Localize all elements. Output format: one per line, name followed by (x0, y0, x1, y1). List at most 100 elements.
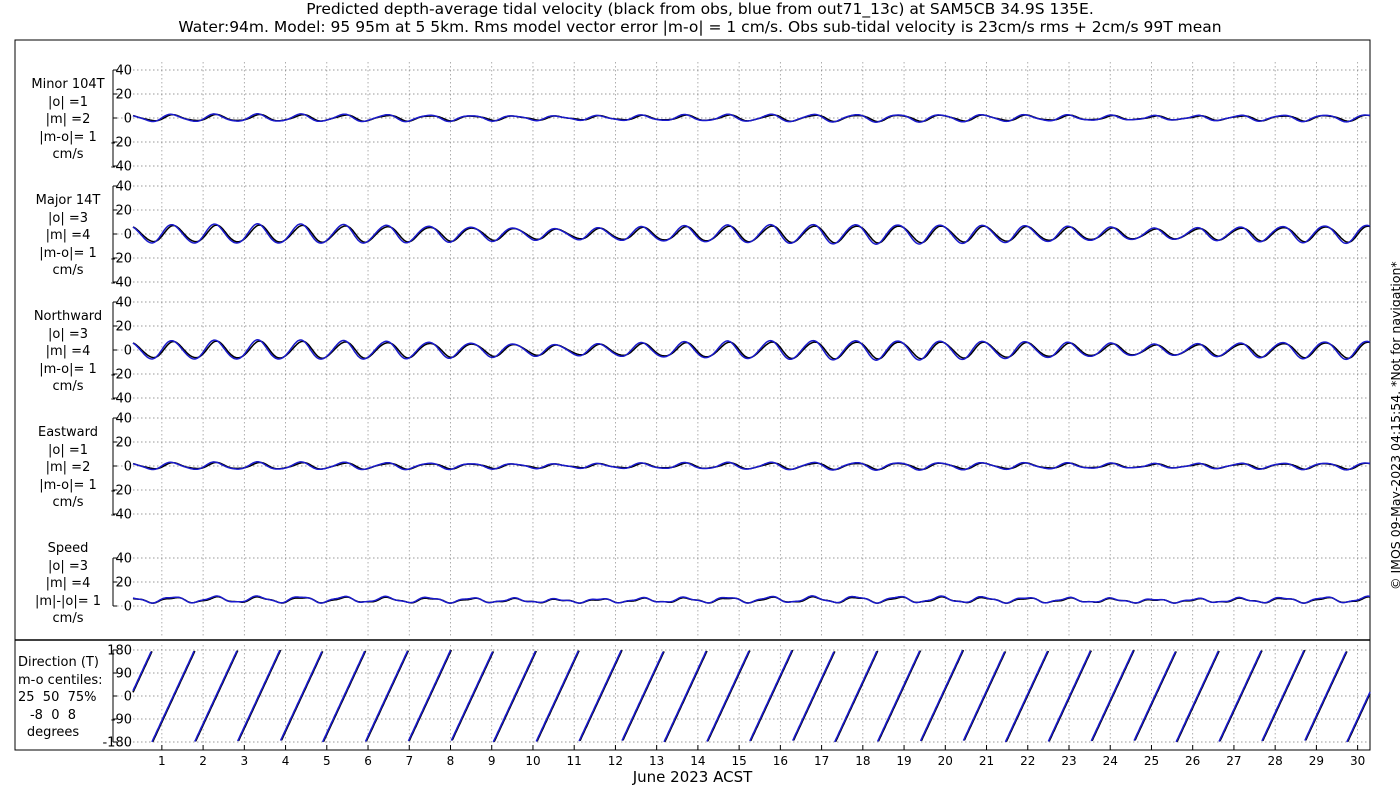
direction-series-line (407, 650, 452, 742)
panel-label-line: |m-o|= 1 (39, 129, 97, 145)
panel-label-line: |o| =1 (47, 442, 88, 458)
x-tick-label: 18 (855, 754, 870, 768)
panel-label-line: cm/s (52, 379, 84, 394)
y-tick-label: -20 (111, 252, 132, 267)
panel-label-line: |o| =3 (47, 210, 88, 226)
x-tick-label: 19 (896, 754, 911, 768)
panel-label-line: cm/s (52, 147, 84, 162)
x-tick-label: 11 (567, 754, 582, 768)
y-tick-label: -40 (111, 276, 132, 291)
series-line (132, 595, 1371, 604)
y-tick-label: 20 (115, 576, 132, 591)
panel-label-line: |m|-|o|= 1 (34, 593, 102, 609)
x-axis-label: June 2023 ACST (632, 768, 753, 786)
direction-series-line (663, 650, 707, 743)
y-tick-label: 40 (115, 412, 132, 427)
direction-series-line (492, 650, 537, 743)
x-tick-label: 12 (608, 754, 623, 768)
x-tick-label: 9 (488, 754, 496, 768)
panel-label-line: |o| =3 (47, 326, 88, 342)
x-tick-label: 29 (1309, 754, 1324, 768)
direction-series-line (1346, 691, 1371, 743)
panel-label-line: Minor 104T (31, 77, 105, 92)
panel-label-line: Eastward (37, 425, 99, 440)
y-tick-label: -40 (111, 392, 132, 407)
panel-label-line: |m| =4 (45, 228, 91, 243)
x-tick-label: 1 (158, 754, 166, 768)
x-tick-label: 24 (1103, 754, 1118, 768)
x-tick-label: 26 (1185, 754, 1200, 768)
panel-label-line: |o| =3 (47, 558, 88, 574)
y-tick-label: -40 (111, 508, 132, 523)
panel-label-line: 25 50 75% (18, 690, 97, 705)
x-tick-label: 10 (525, 754, 540, 768)
lower-frame (14, 639, 1371, 751)
y-tick-label: 20 (115, 320, 132, 335)
panel-label-line: m-o centiles: (18, 672, 103, 688)
x-tick-label: 4 (282, 754, 290, 768)
series-line (132, 461, 1371, 471)
direction-series-line (791, 651, 835, 741)
panel-label-line: |o| =1 (47, 94, 88, 110)
direction-series-line (1304, 651, 1347, 741)
y-tick-label: 180 (107, 644, 132, 659)
y-tick-label: 40 (115, 64, 132, 79)
panel-label: Eastward |o| =1 |m| =2 |m-o|= 1 cm/s (28, 424, 108, 512)
y-tick-label: 0 (124, 228, 132, 243)
x-tick-label: 5 (323, 754, 331, 768)
series-line (132, 224, 1371, 244)
series-line (132, 113, 1371, 123)
y-tick-label: 0 (124, 690, 132, 705)
y-tick-label: 0 (124, 112, 132, 127)
direction-series-line (321, 650, 366, 743)
x-tick-label: 14 (690, 754, 705, 768)
y-tick-label: -90 (111, 713, 132, 728)
x-tick-label: 28 (1268, 754, 1283, 768)
y-tick-label: -180 (102, 736, 132, 751)
direction-series-line (1004, 650, 1049, 743)
panel-label-line: |m-o|= 1 (39, 477, 97, 493)
y-tick-label: 0 (124, 600, 132, 615)
y-tick-label: 20 (115, 204, 132, 219)
panel-label-line: cm/s (52, 263, 84, 278)
panel-label-line: Northward (33, 309, 103, 324)
panel-label-line: |m| =4 (45, 576, 91, 591)
y-tick-label: 40 (115, 180, 132, 195)
y-tick-label: 40 (115, 552, 132, 567)
x-tick-label: 17 (814, 754, 829, 768)
panel-label: Speed |o| =3 |m| =4 |m|-|o|= 1 cm/s (28, 540, 108, 628)
panel-label-line: |m| =4 (45, 344, 91, 359)
panel-label: Major 14T |o| =3 |m| =4 |m-o|= 1 cm/s (28, 192, 108, 280)
panel-label: Minor 104T |o| =1 |m| =2 |m-o|= 1 cm/s (28, 76, 108, 164)
y-tick-label: 90 (115, 667, 132, 682)
series-line (132, 340, 1371, 360)
direction-series-line (535, 650, 580, 742)
panel-label-line: |m| =2 (45, 112, 91, 127)
panel-label-line: Major 14T (35, 193, 101, 208)
panel-label-line: |m-o|= 1 (39, 245, 97, 261)
x-tick-label: 8 (447, 754, 455, 768)
y-tick-label: -40 (111, 160, 132, 175)
upper-frame (14, 39, 1371, 641)
x-tick-label: 2 (199, 754, 207, 768)
panel-label: Direction (T) m-o centiles: 25 50 75% -8 0 … (18, 654, 103, 742)
x-tick-label: 20 (938, 754, 953, 768)
y-tick-label: 0 (124, 344, 132, 359)
x-tick-label: 13 (649, 754, 664, 768)
x-tick-label: 6 (364, 754, 372, 768)
direction-series-line (919, 650, 964, 742)
direction-series-line (1175, 650, 1220, 743)
x-tick-label: 25 (1144, 754, 1159, 768)
panel-label-line: degrees (26, 725, 80, 740)
panel-label: Northward |o| =3 |m| =4 |m-o|= 1 cm/s (28, 308, 108, 396)
panel-label-line: cm/s (52, 611, 84, 626)
chart-canvas: -40-2002040-40-2002040-40-2002040-40-200… (14, 39, 1371, 768)
direction-series-line (1047, 650, 1092, 742)
panel-label-line: |m| =2 (45, 460, 91, 475)
x-tick-label: 3 (241, 754, 249, 768)
copyright-notice: © IMOS 09-May-2023 04:15:54. *Not for na… (1388, 261, 1400, 590)
y-tick-label: -20 (111, 368, 132, 383)
y-tick-label: 0 (124, 460, 132, 475)
x-tick-label: 23 (1061, 754, 1076, 768)
y-tick-label: -20 (111, 136, 132, 151)
